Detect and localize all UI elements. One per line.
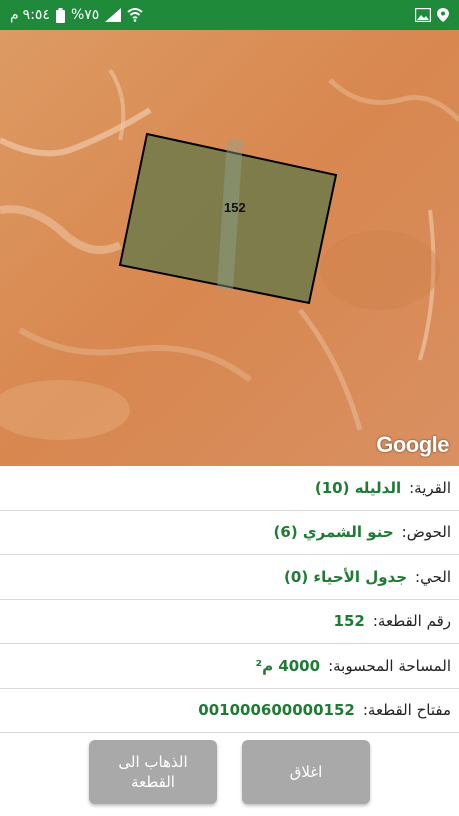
area-value: 4000 م² — [255, 656, 321, 675]
status-right — [415, 8, 449, 22]
parcel-key-row: مفتاح القطعة: 001000600000152 — [0, 689, 459, 733]
parcel-number-row: رقم القطعة: 152 — [0, 600, 459, 644]
parcel-number-value: 152 — [333, 612, 365, 631]
parcel-number-label: 152 — [224, 200, 246, 215]
basin-value: حنو الشمري (6) — [273, 523, 394, 542]
time-text: ٩:٥٤ — [22, 7, 50, 23]
village-label: القرية: — [409, 478, 451, 497]
battery-icon — [55, 7, 65, 23]
google-logo: Google — [376, 432, 449, 457]
district-row: الحي: جدول الأحياء (0) — [0, 555, 459, 600]
area-row: المساحة المحسوبة: 4000 م² — [0, 644, 459, 689]
status-bar: م ٩:٥٤ %٧٥ — [0, 0, 459, 30]
satellite-map[interactable]: 152 Google — [0, 30, 459, 466]
close-button[interactable]: اغلاق — [242, 740, 370, 804]
parcel-key-label: مفتاح القطعة: — [362, 701, 451, 720]
battery-text: %٧٥ — [70, 7, 100, 23]
clock: م ٩:٥٤ — [10, 7, 50, 23]
village-row: القرية: الدليله (10) — [0, 466, 459, 511]
map-terrain — [0, 30, 459, 466]
basin-label: الحوض: — [401, 523, 451, 542]
village-value: الدليله (10) — [314, 478, 402, 497]
parcel-info-list: القرية: الدليله (10) الحوض: حنو الشمري (… — [0, 466, 459, 733]
area-label: المساحة المحسوبة: — [328, 656, 451, 675]
map-marker-icon — [437, 8, 449, 22]
go-to-parcel-button[interactable]: الذهاب الى القطعة — [89, 740, 217, 804]
wifi-icon — [127, 8, 143, 22]
status-left: م ٩:٥٤ %٧٥ — [10, 7, 143, 23]
parcel-key-value: 001000600000152 — [198, 701, 355, 720]
am-pm-text: م — [10, 7, 19, 23]
parcel-number-field-label: رقم القطعة: — [372, 612, 451, 631]
basin-row: الحوض: حنو الشمري (6) — [0, 511, 459, 555]
district-value: جدول الأحياء (0) — [284, 567, 408, 586]
image-icon — [415, 8, 431, 22]
action-buttons: الذهاب الى القطعة اغلاق — [0, 740, 459, 804]
district-label: الحي: — [415, 567, 451, 586]
signal-icon — [105, 8, 122, 22]
